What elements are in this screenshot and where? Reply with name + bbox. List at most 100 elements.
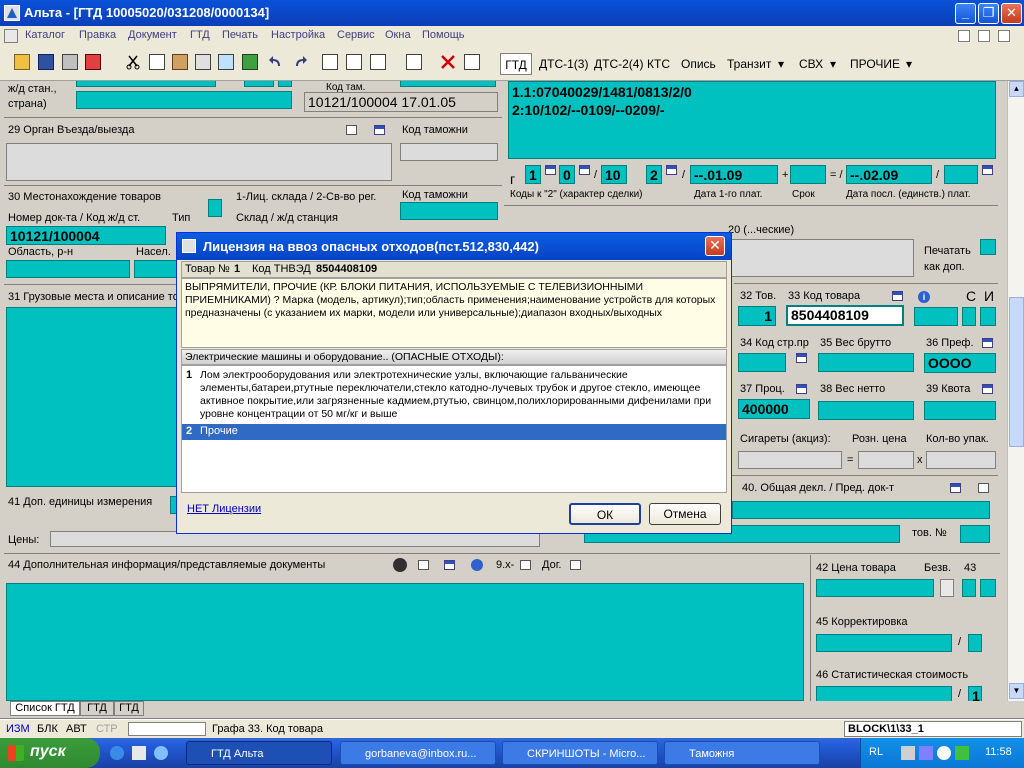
rozn-field[interactable]	[858, 451, 914, 469]
print-preview-icon[interactable]	[85, 54, 101, 70]
redo-icon[interactable]	[292, 54, 308, 70]
tab-gtd[interactable]: ГТД	[500, 53, 532, 75]
delete-icon[interactable]	[440, 54, 456, 70]
minimize-button[interactable]: _	[955, 3, 976, 24]
note-icon[interactable]	[346, 125, 357, 135]
menu-gtd[interactable]: ГТД	[190, 29, 210, 41]
code-3-field[interactable]: 10	[601, 165, 627, 184]
top-field-1[interactable]	[76, 81, 216, 87]
menu-settings[interactable]: Настройка	[271, 29, 325, 41]
f34-icon[interactable]	[796, 353, 807, 363]
f46-field[interactable]	[816, 686, 952, 701]
f31-field[interactable]	[6, 307, 178, 487]
copy-document-icon[interactable]	[370, 54, 386, 70]
tray-app-icon[interactable]	[919, 746, 933, 760]
tray-icon-2[interactable]	[937, 746, 951, 760]
top-field-2[interactable]	[244, 81, 274, 87]
svh-dropdown-icon[interactable]: ▾	[830, 53, 836, 75]
f40-note-icon[interactable]	[978, 483, 989, 493]
calculator-icon[interactable]	[195, 54, 211, 70]
tray-icon-3[interactable]	[955, 746, 969, 760]
tab-opis[interactable]: Опись	[681, 53, 716, 75]
new-document-icon[interactable]	[322, 54, 338, 70]
strana-field[interactable]	[76, 91, 292, 109]
menu-edit[interactable]: Правка	[79, 29, 116, 41]
f33-extra-field[interactable]	[914, 307, 958, 326]
scroll-down-icon[interactable]: ▼	[1009, 683, 1024, 699]
tab-svh[interactable]: СВХ	[799, 53, 823, 75]
date1-field[interactable]: --.01.09	[690, 165, 778, 184]
tab-gtd-list[interactable]: Список ГТД	[10, 701, 80, 716]
document-list-icon[interactable]	[346, 54, 362, 70]
start-button[interactable]: пуск	[0, 738, 100, 768]
ie-icon[interactable]	[110, 746, 124, 760]
table-icon[interactable]	[218, 54, 234, 70]
i-field[interactable]	[980, 307, 996, 326]
menu-catalog[interactable]: Каталог	[25, 29, 65, 41]
record-icon[interactable]	[464, 54, 480, 70]
tab-prochie[interactable]: ПРОЧИЕ	[850, 53, 900, 75]
f40-field[interactable]	[732, 501, 990, 519]
cut-icon[interactable]	[125, 54, 141, 70]
f33-icon[interactable]	[892, 291, 903, 301]
open-icon[interactable]	[14, 54, 30, 70]
f45-extra-field[interactable]	[968, 634, 982, 652]
top-field-4[interactable]	[400, 81, 496, 87]
f42-field[interactable]	[816, 579, 934, 597]
kod-tam-field[interactable]: 10121/100004 17.01.05	[304, 92, 498, 112]
f29-field[interactable]	[6, 143, 392, 181]
tab-tranzit[interactable]: Транзит	[727, 53, 771, 75]
f44-note-icon[interactable]	[418, 560, 429, 570]
date2-field[interactable]: --.02.09	[846, 165, 932, 184]
menu-service[interactable]: Сервис	[337, 29, 375, 41]
paste-icon[interactable]	[172, 54, 188, 70]
task-skrinshoty[interactable]: СКРИНШОТЫ - Micro...	[502, 741, 658, 765]
restore-button[interactable]: ❐	[978, 3, 999, 24]
copy-icon[interactable]	[149, 54, 165, 70]
nomer-field[interactable]: 10121/100004	[6, 226, 166, 245]
f34-field[interactable]	[738, 353, 786, 372]
f32-field[interactable]: 1	[738, 306, 776, 326]
sigarety-field[interactable]	[738, 451, 842, 469]
task-email[interactable]: gorbaneva@inbox.ru...	[340, 741, 496, 765]
media-icon[interactable]	[154, 746, 168, 760]
dogovor-field[interactable]: 1.1:07040029/1481/0813/2/0 2:10/102/--01…	[508, 81, 996, 159]
cancel-button[interactable]: Отмена	[649, 503, 721, 525]
kol-upak-field[interactable]	[926, 451, 996, 469]
tab-gtd-2[interactable]: ГТД	[114, 701, 144, 716]
code-4-icon[interactable]	[666, 165, 677, 175]
date3-icon[interactable]	[982, 165, 993, 175]
code-2-icon[interactable]	[579, 165, 590, 175]
mdi-restore-button[interactable]	[978, 30, 990, 42]
f37-field[interactable]: 400000	[738, 399, 810, 419]
ok-button[interactable]: ОК	[569, 503, 641, 525]
no-license-link[interactable]: НЕТ Лицензии	[187, 503, 261, 515]
task-tamozhnya[interactable]: Таможня	[664, 741, 820, 765]
f39-field[interactable]	[924, 401, 996, 420]
code-2-field[interactable]: 0	[559, 165, 575, 184]
tranzit-dropdown-icon[interactable]: ▾	[778, 53, 784, 75]
f40-icon[interactable]	[950, 483, 961, 493]
f20-field[interactable]	[726, 239, 914, 277]
f44-note2-icon[interactable]	[520, 560, 531, 570]
dog-label[interactable]: Дог.	[542, 559, 561, 571]
save-icon[interactable]	[38, 54, 54, 70]
form-icon[interactable]	[374, 125, 385, 135]
tab-dts1[interactable]: ДТС-1(3)	[539, 53, 588, 75]
srok-field[interactable]	[790, 165, 826, 184]
menu-windows[interactable]: Окна	[385, 29, 411, 41]
f36-icon[interactable]	[982, 338, 993, 348]
list-item-selected[interactable]: 2 Прочие	[182, 424, 726, 440]
date3-field[interactable]	[944, 165, 978, 184]
lic-field[interactable]	[208, 199, 222, 217]
desktop-icon[interactable]	[132, 746, 146, 760]
hazard-list[interactable]: 1 Лом электрооборудования или электротех…	[181, 365, 727, 493]
f35-field[interactable]	[818, 353, 914, 372]
mdi-close-button[interactable]	[998, 30, 1010, 42]
f46-extra-field[interactable]: 1	[968, 686, 982, 701]
f37-icon[interactable]	[796, 384, 807, 394]
print-icon[interactable]	[62, 54, 78, 70]
tab-kts[interactable]: КТС	[647, 53, 670, 75]
list-item[interactable]: 1 Лом электрооборудования или электротех…	[182, 366, 726, 424]
mdi-minimize-button[interactable]	[958, 30, 970, 42]
